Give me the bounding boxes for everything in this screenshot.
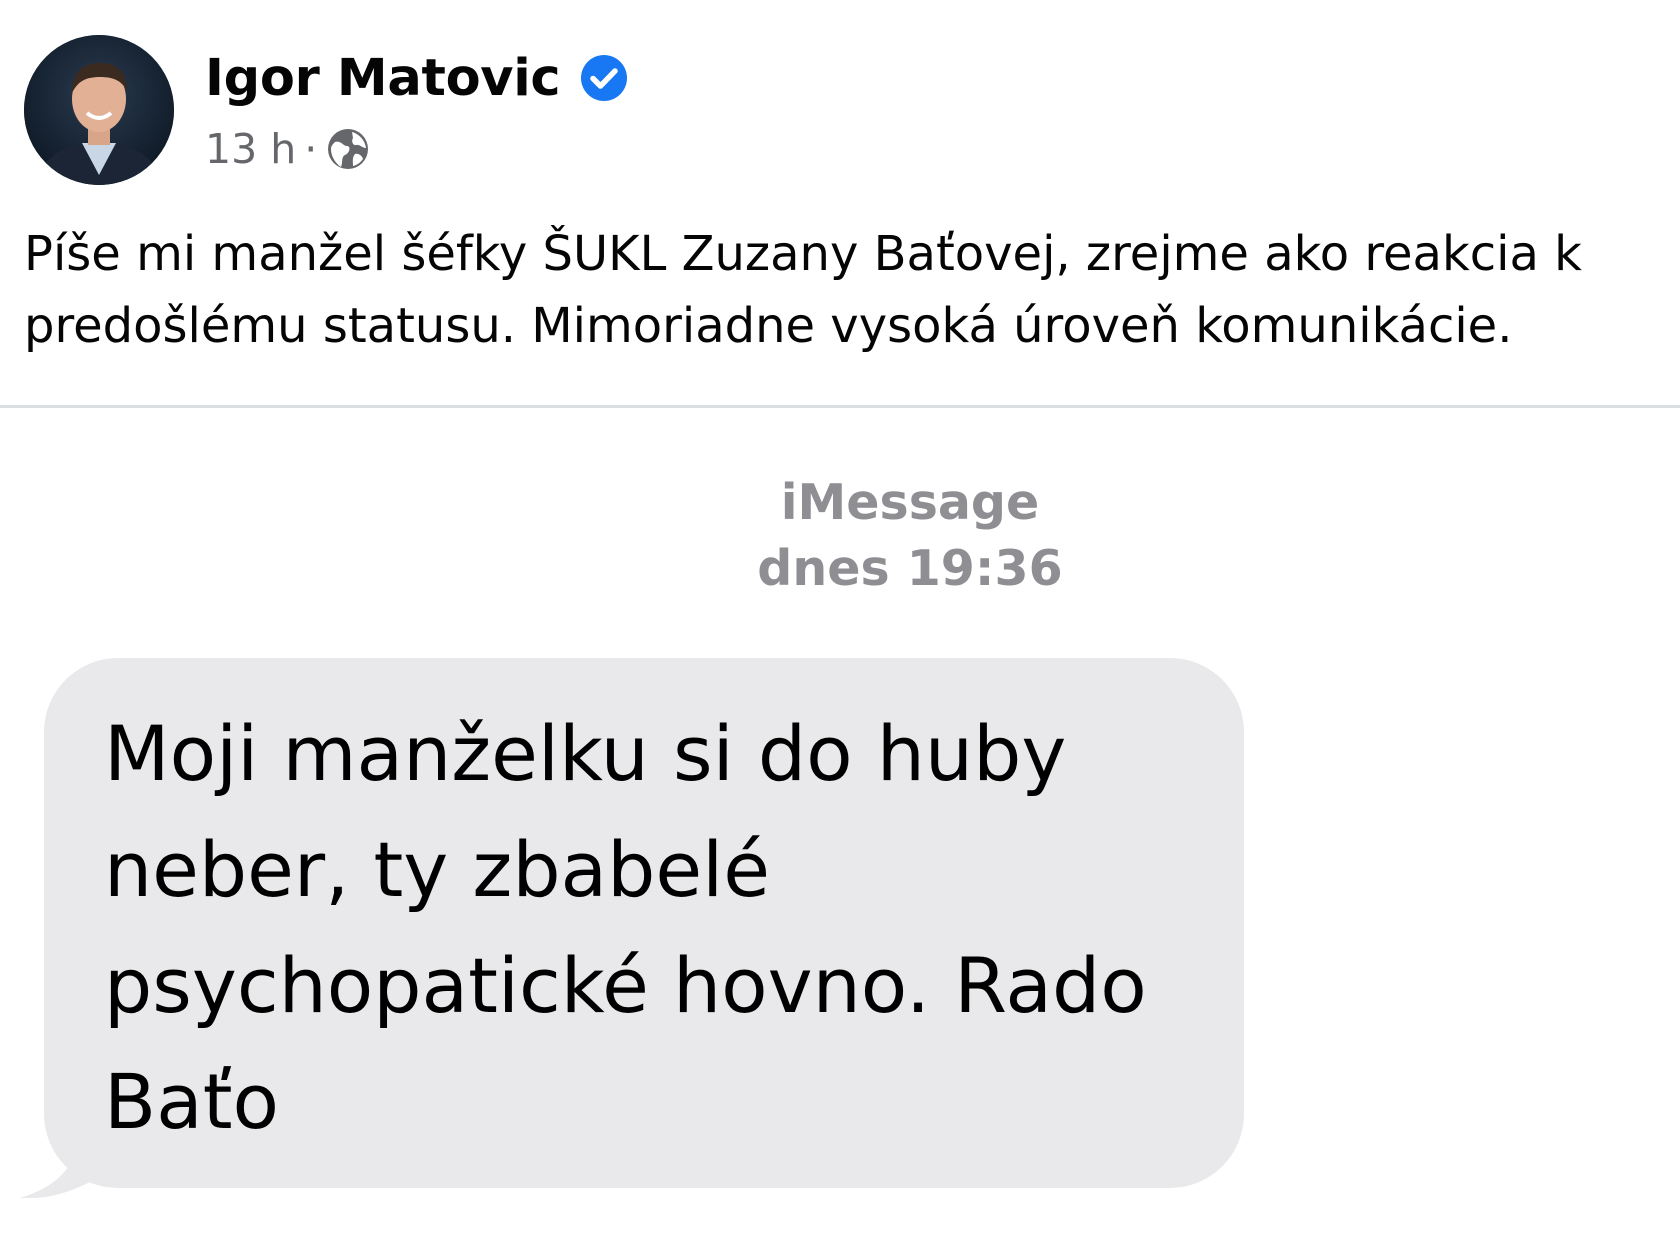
author-info: Igor Matovic 13 h · xyxy=(205,41,628,179)
avatar-photo-icon xyxy=(24,35,174,185)
imessage-timestamp: dnes 19:36 xyxy=(757,540,1063,597)
post-meta: 13 h · xyxy=(205,119,628,179)
author-name[interactable]: Igor Matovic xyxy=(205,49,561,108)
imessage-service-label: iMessage xyxy=(780,474,1040,531)
author-row: Igor Matovic xyxy=(205,41,628,115)
post-timestamp-link[interactable]: 13 h xyxy=(205,125,296,173)
author-avatar[interactable] xyxy=(24,35,174,185)
post-text: Píše mi manžel šéfky ŠUKL Zuzany Baťovej… xyxy=(24,226,1582,354)
verified-badge-icon xyxy=(580,54,628,102)
message-bubble-wrapper: Moji manželku si do huby neber, ty zbabe… xyxy=(14,648,1254,1198)
message-text: Moji manželku si do huby neber, ty zbabe… xyxy=(104,709,1147,1146)
facebook-post: Igor Matovic 13 h · Píše mi manžel šéfky… xyxy=(0,0,1680,1260)
post-header: Igor Matovic 13 h · xyxy=(24,34,628,186)
meta-separator: · xyxy=(304,125,318,173)
globe-icon[interactable] xyxy=(325,126,371,172)
attached-screenshot[interactable]: iMessage dnes 19:36 Moji manželku si do … xyxy=(0,408,1680,1260)
